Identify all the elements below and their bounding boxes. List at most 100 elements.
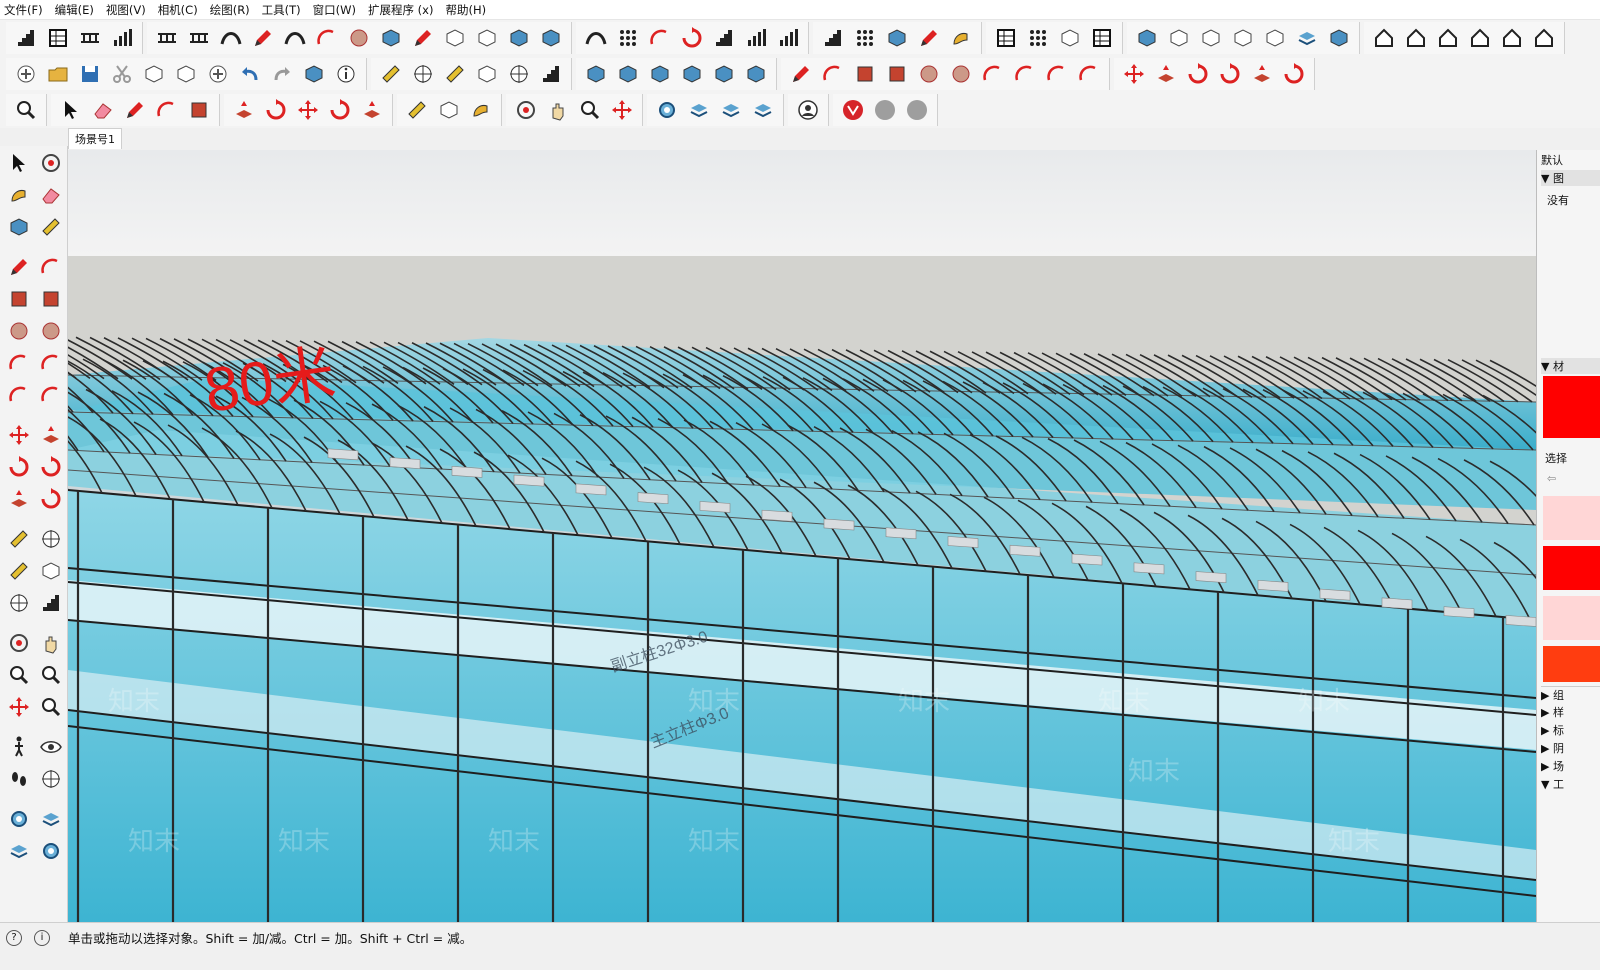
curve-tool-icon[interactable]: [312, 23, 342, 53]
back-arrow-icon[interactable]: ⇦: [1547, 472, 1556, 485]
position-camera-icon[interactable]: [4, 732, 34, 762]
menu-file[interactable]: 文件(F): [4, 2, 43, 18]
tray-section-2-header[interactable]: ▼ 材: [1541, 358, 1600, 374]
scale-icon[interactable]: [1247, 59, 1277, 89]
print-icon[interactable]: [299, 59, 329, 89]
3d-text-tool-icon[interactable]: [36, 588, 66, 618]
house-outline-icon[interactable]: [1497, 23, 1527, 53]
menu-view[interactable]: 视图(V): [106, 2, 146, 18]
3d-text-icon[interactable]: [536, 59, 566, 89]
swatch-red[interactable]: [1543, 546, 1600, 590]
move-tool-icon[interactable]: [293, 95, 323, 125]
save-icon[interactable]: [75, 59, 105, 89]
move-draw-icon[interactable]: [4, 420, 34, 450]
line-draw-icon[interactable]: [4, 252, 34, 282]
pan-icon[interactable]: [543, 95, 573, 125]
dimension-tool-icon[interactable]: [36, 524, 66, 554]
arc3-draw-icon[interactable]: [4, 380, 34, 410]
scale-tool-icon[interactable]: [357, 95, 387, 125]
front-view-icon[interactable]: [1196, 23, 1226, 53]
model-info-icon[interactable]: [331, 59, 361, 89]
measure-tool-icon[interactable]: [402, 95, 432, 125]
text-icon[interactable]: [472, 59, 502, 89]
door-icon[interactable]: [882, 23, 912, 53]
polygon-icon[interactable]: [946, 59, 976, 89]
ramp-icon[interactable]: [709, 23, 739, 53]
eraser-icon[interactable]: [88, 95, 118, 125]
back-view-icon[interactable]: [1260, 23, 1290, 53]
scene-tab-1[interactable]: 场景号1: [68, 128, 122, 149]
tray-collapsed-3[interactable]: ▶ 标: [1541, 722, 1564, 738]
pen-tool-icon[interactable]: [914, 23, 944, 53]
scale-draw-icon[interactable]: [4, 484, 34, 514]
tape-measure-tool-icon[interactable]: [4, 524, 34, 554]
new-file-icon[interactable]: [11, 59, 41, 89]
share-icon[interactable]: [902, 95, 932, 125]
draw-arc-icon[interactable]: [152, 95, 182, 125]
look-around-icon[interactable]: [36, 732, 66, 762]
two-point-arc-icon[interactable]: [1010, 59, 1040, 89]
menu-window[interactable]: 窗口(W): [313, 2, 356, 18]
left-view-icon[interactable]: [1292, 23, 1322, 53]
triangle-icon[interactable]: [818, 23, 848, 53]
menu-camera[interactable]: 相机(C): [158, 2, 198, 18]
select-tool-icon[interactable]: [56, 95, 86, 125]
swatch-orange[interactable]: [1543, 646, 1600, 682]
protractor-icon[interactable]: [440, 59, 470, 89]
intersect-icon[interactable]: [677, 59, 707, 89]
zoom-icon[interactable]: [575, 95, 605, 125]
env-icon[interactable]: [1055, 23, 1085, 53]
protractor-tool-icon[interactable]: [4, 556, 34, 586]
component-tool2-icon[interactable]: [36, 804, 66, 834]
push-pull-icon[interactable]: [1151, 59, 1181, 89]
pie-draw-icon[interactable]: [36, 380, 66, 410]
component-tool-icon[interactable]: [4, 212, 34, 242]
tray-collapsed-6[interactable]: ▼ 工: [1541, 776, 1564, 792]
text-tool-icon[interactable]: [36, 556, 66, 586]
broom-icon[interactable]: [946, 23, 976, 53]
spiral-icon[interactable]: [677, 23, 707, 53]
draw-rect-icon[interactable]: [184, 95, 214, 125]
tape-tool-icon[interactable]: [36, 212, 66, 242]
arc-line-tool-icon[interactable]: [216, 23, 246, 53]
zoom-extents-view-icon[interactable]: [4, 692, 34, 722]
circle-draw-icon[interactable]: [4, 316, 34, 346]
redo-icon[interactable]: [267, 59, 297, 89]
paint-icon[interactable]: [4, 180, 34, 210]
tape-measure-icon[interactable]: [376, 59, 406, 89]
top-view-icon[interactable]: [1164, 23, 1194, 53]
axes-tool-icon[interactable]: [4, 588, 34, 618]
group-icon[interactable]: [613, 59, 643, 89]
label-tool-icon[interactable]: [434, 95, 464, 125]
orbit-view-icon[interactable]: [4, 628, 34, 658]
union-icon[interactable]: [709, 59, 739, 89]
paste-icon[interactable]: [171, 59, 201, 89]
previous-view-icon[interactable]: [36, 692, 66, 722]
arch-icon[interactable]: [581, 23, 611, 53]
warehouse-gear-icon[interactable]: [652, 95, 682, 125]
component-icon[interactable]: [581, 59, 611, 89]
chain-icon[interactable]: [613, 23, 643, 53]
three-point-arc-icon[interactable]: [1042, 59, 1072, 89]
arch-frame-icon[interactable]: [280, 23, 310, 53]
extension-tool-icon[interactable]: [36, 836, 66, 866]
tray-section-1-header[interactable]: ▼ 图: [1541, 170, 1600, 186]
rotate-tool-icon[interactable]: [325, 95, 355, 125]
fence-icon[interactable]: [741, 23, 771, 53]
wave-icon[interactable]: [645, 23, 675, 53]
right-view-icon[interactable]: [1228, 23, 1258, 53]
freehand-draw-icon[interactable]: [36, 252, 66, 282]
book-icon[interactable]: [1401, 23, 1431, 53]
circle-icon[interactable]: [914, 59, 944, 89]
arc2-draw-icon[interactable]: [36, 348, 66, 378]
dimension-icon[interactable]: [408, 59, 438, 89]
account-icon[interactable]: [793, 95, 823, 125]
open-file-icon[interactable]: [43, 59, 73, 89]
swatch-pink-2[interactable]: [1543, 596, 1600, 640]
panel-tool-icon[interactable]: [440, 23, 470, 53]
search-icon[interactable]: [11, 95, 41, 125]
rotated-rect-icon[interactable]: [882, 59, 912, 89]
axes-icon[interactable]: [504, 59, 534, 89]
model-viewport[interactable]: 80米 副立柱32Φ3.0 主立柱Φ3.0 知末 知末 知末 知末 知末 知末 …: [68, 150, 1536, 922]
rectangle-icon[interactable]: [850, 59, 880, 89]
